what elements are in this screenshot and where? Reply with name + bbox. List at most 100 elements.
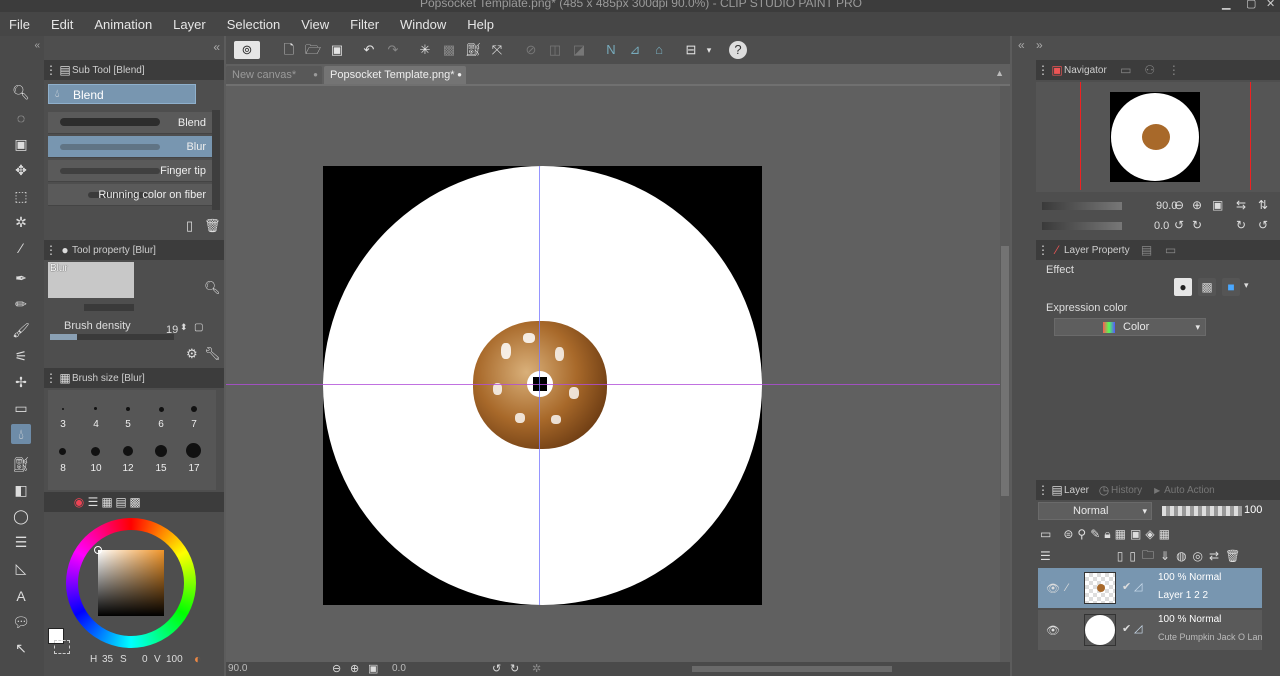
- color-slider-tab-icon[interactable]: ☰: [86, 495, 100, 509]
- delete-sub-tool-icon[interactable]: 🗑︎: [204, 218, 221, 234]
- deselect-icon[interactable]: ⊘: [522, 41, 540, 59]
- auto-select-tool-icon[interactable]: ✲: [11, 212, 31, 232]
- transform-icon[interactable]: ⤧: [488, 41, 506, 59]
- menu-animation[interactable]: Animation: [85, 17, 152, 32]
- workspace-dropdown-icon[interactable]: ▾: [700, 41, 718, 59]
- drag-handle-icon[interactable]: ⋮: [44, 243, 58, 257]
- tone-effect-icon[interactable]: ▩: [1198, 278, 1216, 296]
- new-vector-layer-icon[interactable]: ▯: [1129, 549, 1136, 563]
- brush-size-5[interactable]: [126, 407, 130, 411]
- vertical-guide[interactable]: [539, 166, 540, 605]
- gradient-tool-icon[interactable]: ◧: [11, 480, 31, 500]
- tab-layer[interactable]: Layer: [1064, 485, 1089, 496]
- snap-ruler-icon[interactable]: N: [602, 41, 620, 59]
- zoom-in-icon[interactable]: ⊕: [1192, 198, 1202, 212]
- rotate-left-icon[interactable]: ↺: [492, 662, 501, 675]
- blend-tool-icon[interactable]: 💧︎: [11, 424, 31, 444]
- tab-auto-action[interactable]: Auto Action: [1164, 485, 1215, 496]
- brush-size-8[interactable]: [59, 448, 66, 455]
- new-raster-layer-icon[interactable]: ▯: [1117, 549, 1124, 563]
- fill-icon[interactable]: ⛽︎: [464, 41, 482, 59]
- rotate-right-icon[interactable]: ↻: [1192, 218, 1202, 232]
- collapse-panel-icon[interactable]: «: [213, 40, 220, 54]
- lock-layer-icon[interactable]: 🔒︎: [1104, 527, 1110, 542]
- collapse-right-icon[interactable]: «: [1018, 38, 1025, 52]
- sub-tool-group-tab[interactable]: 💧︎ Blend: [48, 84, 196, 104]
- balloon-tool-icon[interactable]: 💬︎: [11, 612, 31, 632]
- tab-popsocket-template[interactable]: Popsocket Template.png* ●: [324, 66, 466, 84]
- layer-search-tab-icon[interactable]: ⋮: [1167, 63, 1181, 77]
- mask-icon[interactable]: ▣: [1130, 527, 1141, 541]
- horizontal-scroll-thumb[interactable]: [692, 666, 892, 672]
- ruler-icon[interactable]: ◈: [1145, 527, 1154, 541]
- menu-help[interactable]: Help: [458, 17, 494, 32]
- brush-size-7[interactable]: [191, 406, 197, 412]
- density-stepper-icon[interactable]: ⬍: [180, 322, 188, 333]
- pen-tool-icon[interactable]: ✒: [11, 268, 31, 288]
- layer-color-toggle-icon[interactable]: ▦: [1159, 527, 1170, 541]
- apply-mask-icon[interactable]: ◎: [1193, 549, 1203, 563]
- navigator-rotation-value[interactable]: 0.0: [1154, 220, 1169, 232]
- save-icon[interactable]: ▣: [328, 41, 346, 59]
- canvas-area[interactable]: New canvas* ● Popsocket Template.png* ● ▲ …: [226, 64, 1010, 676]
- menu-selection[interactable]: Selection: [218, 17, 280, 32]
- zoom-readout[interactable]: 90.0: [228, 663, 247, 674]
- vertical-scrollbar[interactable]: [1000, 86, 1010, 664]
- tab-new-canvas[interactable]: New canvas* ●: [226, 66, 322, 84]
- menu-filter[interactable]: Filter: [341, 17, 379, 32]
- brush-size-10[interactable]: [91, 447, 100, 456]
- open-file-icon[interactable]: 🗁︎: [304, 41, 322, 59]
- eyedropper-tool-icon[interactable]: ⁄: [11, 238, 31, 258]
- minimize-icon[interactable]: ▁: [1222, 0, 1230, 10]
- frame-tool-icon[interactable]: ☰: [11, 532, 31, 552]
- new-file-icon[interactable]: 🗋︎: [280, 41, 298, 59]
- workspace-icon[interactable]: ⊟: [682, 41, 700, 59]
- density-lock-icon[interactable]: ▢: [194, 322, 203, 333]
- menu-file[interactable]: File: [0, 17, 30, 32]
- layer-menu-icon[interactable]: ☰: [1040, 549, 1051, 563]
- snap-grid-icon[interactable]: ⌂: [650, 41, 668, 59]
- airbrush-tool-icon[interactable]: ⚟: [11, 346, 31, 366]
- brush-size-6[interactable]: [159, 407, 164, 412]
- flip-horizontal-icon[interactable]: ⇆: [1236, 198, 1246, 212]
- draft-layer-icon[interactable]: ✎: [1090, 527, 1100, 541]
- visibility-eye-icon[interactable]: 👁︎: [1046, 582, 1060, 595]
- invert-selection-icon[interactable]: ◫: [546, 41, 564, 59]
- pencil-tool-icon[interactable]: ✏: [11, 294, 31, 314]
- border-effect-icon[interactable]: ●: [1174, 278, 1192, 296]
- close-tab-icon[interactable]: ●: [457, 66, 462, 84]
- brush-item-finger-tip[interactable]: Finger tip: [48, 160, 212, 182]
- transfer-icon[interactable]: ⇄: [1209, 549, 1219, 563]
- figure-tool-icon[interactable]: ◯: [11, 506, 31, 526]
- drag-handle-icon[interactable]: ⋮: [1036, 243, 1050, 257]
- approximate-color-tab-icon[interactable]: ▩: [128, 495, 142, 509]
- tab-history[interactable]: History: [1111, 485, 1142, 496]
- drag-handle-icon[interactable]: ⋮: [1036, 63, 1050, 77]
- vertical-scroll-thumb[interactable]: [1001, 246, 1009, 496]
- navigator-preview[interactable]: [1036, 82, 1280, 192]
- edit-brush-icon[interactable]: ⁄: [1066, 582, 1068, 594]
- maximize-icon[interactable]: ▢: [1246, 0, 1256, 10]
- add-sub-tool-icon[interactable]: ▯: [186, 218, 193, 234]
- menu-edit[interactable]: Edit: [42, 17, 73, 32]
- reference-layer-icon[interactable]: ⚲: [1077, 527, 1086, 541]
- reset-zoom-icon[interactable]: ↺: [1258, 218, 1268, 232]
- brush-size-12[interactable]: [123, 446, 133, 456]
- blend-mode-select[interactable]: Normal ▾: [1038, 502, 1152, 520]
- new-folder-icon[interactable]: 🗀︎: [1142, 546, 1154, 567]
- wrench-icon[interactable]: 🔧︎: [204, 346, 221, 362]
- brush-size-17[interactable]: [186, 443, 201, 458]
- selection-tool-icon[interactable]: ⬚: [11, 186, 31, 206]
- brush-size-4[interactable]: [94, 407, 97, 410]
- reset-rotate-icon[interactable]: ↻: [1236, 218, 1246, 232]
- clear-outside-icon[interactable]: ▩: [440, 41, 458, 59]
- menu-view[interactable]: View: [292, 17, 329, 32]
- sub-view-tab-icon[interactable]: ▭: [1119, 63, 1133, 77]
- merge-down-icon[interactable]: ⇓: [1160, 549, 1170, 563]
- zoom-out-icon[interactable]: ⊖: [1174, 198, 1184, 212]
- drag-handle-icon[interactable]: ⋮: [44, 63, 58, 77]
- preview-size-slider[interactable]: [84, 304, 134, 311]
- tone-tab-icon[interactable]: ▤: [1140, 243, 1154, 257]
- canvas-image[interactable]: [323, 166, 762, 605]
- horizontal-guide[interactable]: [226, 384, 1010, 385]
